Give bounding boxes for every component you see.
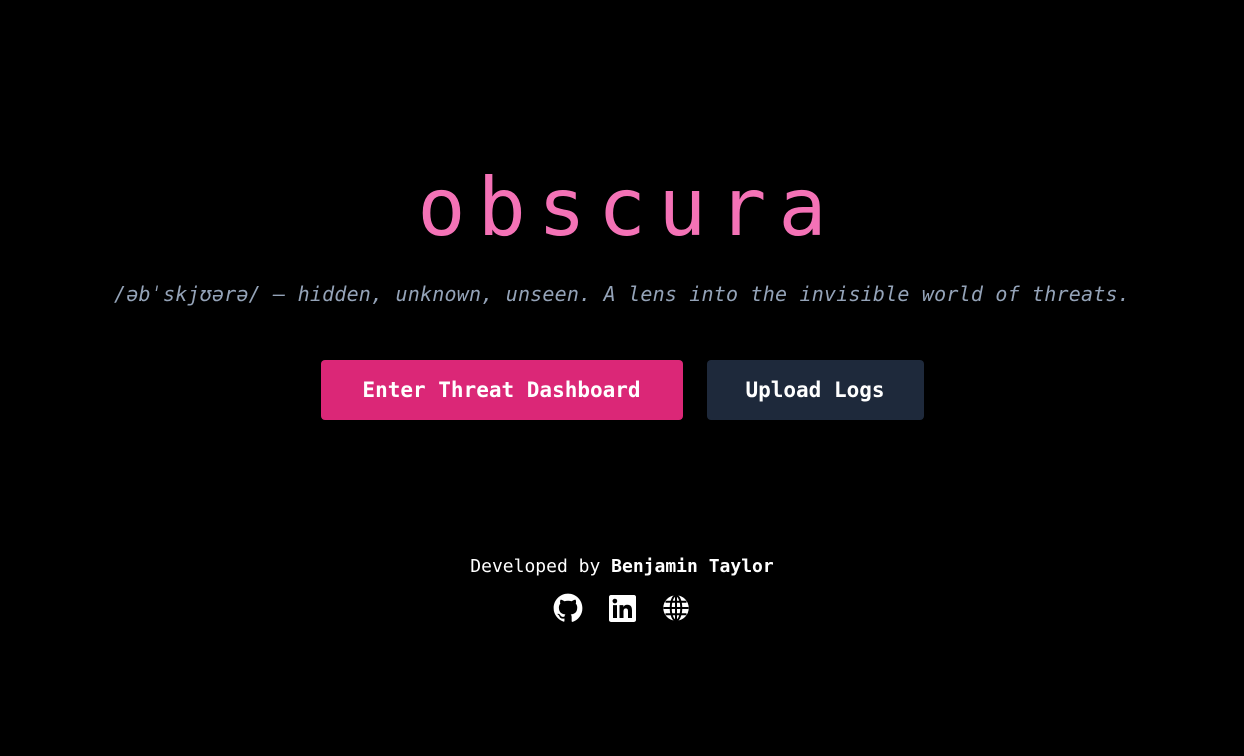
developer-credit: Developed by Benjamin Taylor bbox=[0, 555, 1244, 579]
upload-logs-button[interactable]: Upload Logs bbox=[706, 360, 924, 420]
hero-actions: Enter Threat Dashboard Upload Logs bbox=[0, 360, 1244, 420]
globe-icon bbox=[661, 593, 691, 623]
social-links bbox=[0, 592, 1244, 624]
github-icon bbox=[553, 593, 583, 623]
developed-by-label: Developed by bbox=[470, 556, 601, 577]
linkedin-icon bbox=[608, 594, 636, 622]
linkedin-link[interactable] bbox=[607, 592, 637, 624]
website-link[interactable] bbox=[661, 592, 691, 624]
app-title: obscura bbox=[417, 161, 839, 254]
enter-threat-dashboard-button[interactable]: Enter Threat Dashboard bbox=[320, 360, 683, 420]
github-link[interactable] bbox=[553, 592, 583, 624]
app-tagline: /əbˈskjʊərə/ — hidden, unknown, unseen. … bbox=[113, 282, 1130, 306]
developer-name: Benjamin Taylor bbox=[611, 556, 774, 577]
